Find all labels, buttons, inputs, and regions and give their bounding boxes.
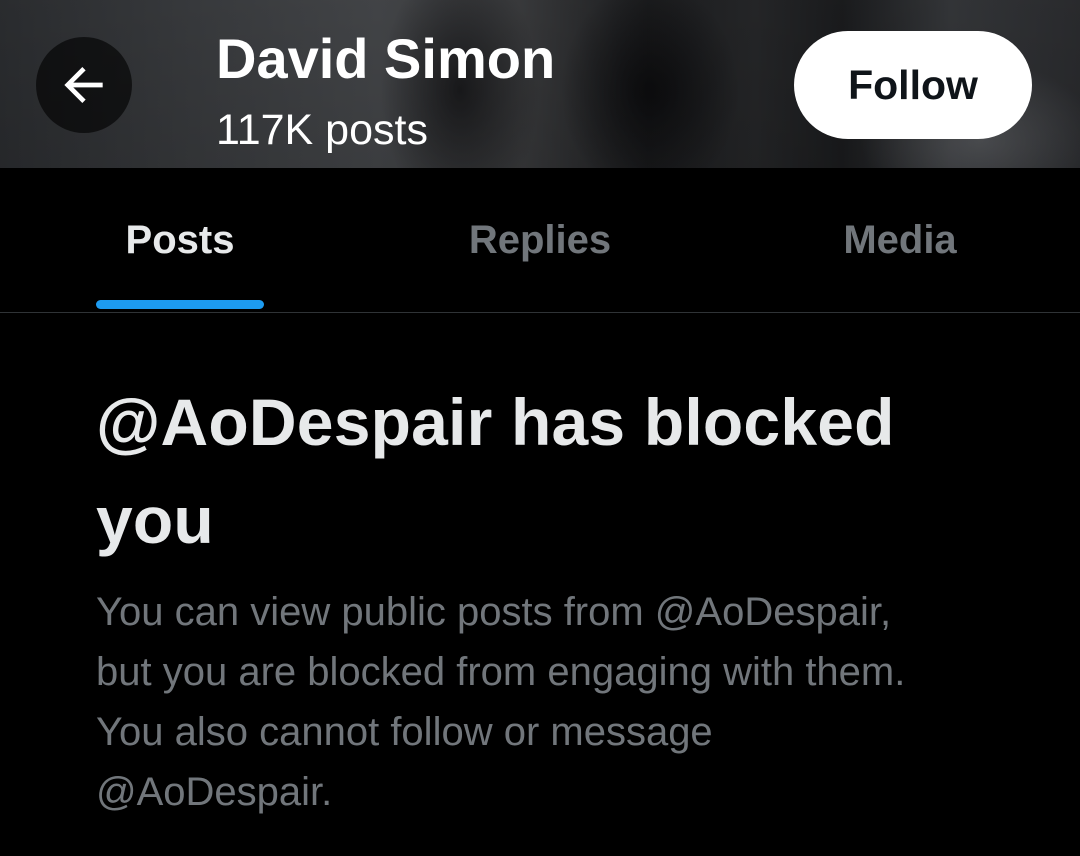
- profile-name: David Simon: [216, 27, 556, 90]
- active-tab-indicator: [96, 300, 264, 309]
- tab-media[interactable]: Media: [720, 168, 1080, 312]
- profile-tabs: Posts Replies Media: [0, 168, 1080, 313]
- profile-header: David Simon 117K posts Follow: [0, 0, 1080, 168]
- back-button[interactable]: [36, 37, 132, 133]
- tab-posts[interactable]: Posts: [0, 168, 360, 312]
- profile-page: David Simon 117K posts Follow Posts Repl…: [0, 0, 1080, 856]
- arrow-left-icon: [56, 57, 112, 113]
- post-count: 117K posts: [216, 106, 428, 154]
- follow-button[interactable]: Follow: [794, 31, 1032, 139]
- blocked-description: You can view public posts from @AoDespai…: [96, 590, 906, 814]
- tab-replies[interactable]: Replies: [360, 168, 720, 312]
- blocked-title: @AoDespair has blocked you: [96, 385, 895, 557]
